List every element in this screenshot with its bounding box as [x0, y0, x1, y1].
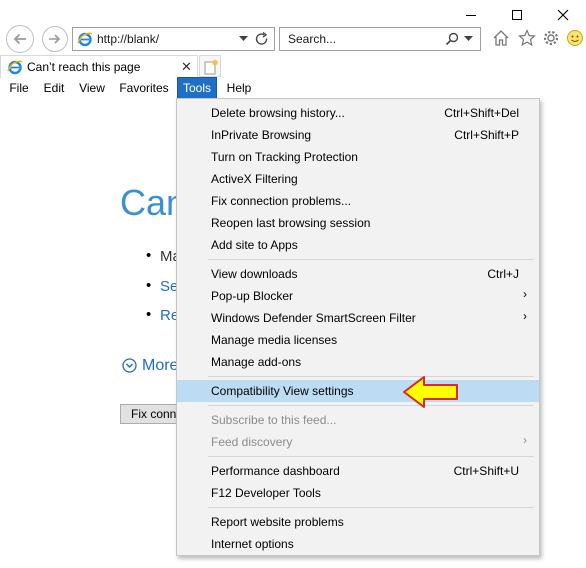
forward-arrow-icon: [49, 34, 61, 44]
bullet-dot: •: [146, 277, 152, 294]
tab-title: Can’t reach this page: [27, 60, 141, 74]
menu-item-internet-options[interactable]: Internet options: [177, 533, 539, 555]
address-input[interactable]: http://blank/: [97, 32, 159, 46]
new-tab-icon: [204, 59, 218, 75]
smiley-feedback-icon[interactable]: [566, 29, 584, 47]
browser-tab[interactable]: Can’t reach this page ✕: [0, 55, 198, 78]
menu-separator: [208, 507, 534, 508]
menu-item-reopen-session[interactable]: Reopen last browsing session: [177, 212, 539, 234]
menu-item-compatibility-view[interactable]: Compatibility View settings: [177, 380, 539, 402]
search-input[interactable]: Search...: [288, 32, 336, 46]
dropdown-arrow-icon[interactable]: [239, 36, 248, 42]
expand-chevron-icon[interactable]: [122, 358, 137, 373]
maximize-icon: [512, 10, 522, 20]
menu-item-view-downloads[interactable]: View downloads Ctrl+J: [177, 263, 539, 285]
back-arrow-icon: [13, 33, 26, 45]
search-icon[interactable]: [445, 32, 459, 46]
menu-item-tracking-protection[interactable]: Turn on Tracking Protection: [177, 146, 539, 168]
maximize-button[interactable]: [494, 0, 540, 30]
menu-file[interactable]: File: [4, 78, 34, 99]
favorites-star-icon[interactable]: [518, 29, 536, 47]
menu-item-performance-dashboard[interactable]: Performance dashboard Ctrl+Shift+U: [177, 460, 539, 482]
menu-separator: [208, 259, 534, 260]
menu-item-f12-devtools[interactable]: F12 Developer Tools: [177, 482, 539, 504]
menu-item-smartscreen[interactable]: Windows Defender SmartScreen Filter ›: [177, 307, 539, 329]
menu-item-popup-blocker[interactable]: Pop-up Blocker ›: [177, 285, 539, 307]
menu-item-activex-filtering[interactable]: ActiveX Filtering: [177, 168, 539, 190]
menu-item-subscribe-feed: Subscribe to this feed...: [211, 413, 337, 427]
home-icon[interactable]: [492, 29, 510, 47]
bullet-dot: •: [146, 306, 152, 323]
menu-favorites[interactable]: Favorites: [114, 78, 174, 99]
minimize-button[interactable]: [448, 0, 494, 30]
address-bar[interactable]: http://blank/: [72, 27, 275, 51]
menu-view[interactable]: View: [74, 78, 110, 99]
minimize-icon: [466, 15, 476, 16]
search-dropdown-icon[interactable]: [464, 36, 473, 42]
more-info-link[interactable]: More: [142, 357, 178, 375]
close-icon: [557, 9, 569, 21]
menu-item-feed-discovery: Feed discovery ›: [211, 433, 527, 449]
tab-close-icon[interactable]: ✕: [181, 59, 192, 75]
settings-gear-icon[interactable]: [542, 29, 560, 47]
menu-item-manage-addons[interactable]: Manage add-ons: [177, 351, 539, 373]
yellow-pointer-arrow-icon: [403, 376, 458, 408]
ie-logo-icon: [77, 32, 93, 47]
menu-tools[interactable]: Tools: [177, 77, 217, 100]
menu-item-delete-history[interactable]: Delete browsing history... Ctrl+Shift+Del: [177, 102, 539, 124]
menu-item-inprivate[interactable]: InPrivate Browsing Ctrl+Shift+P: [177, 124, 539, 146]
tools-dropdown-menu: Delete browsing history... Ctrl+Shift+Del…: [176, 98, 540, 556]
close-window-button[interactable]: [540, 0, 586, 30]
menu-separator: [208, 405, 534, 406]
refresh-icon[interactable]: [255, 32, 269, 46]
search-box[interactable]: Search...: [279, 27, 481, 51]
menu-help[interactable]: Help: [222, 78, 256, 99]
bullet-dot: •: [146, 247, 152, 264]
submenu-arrow-icon: ›: [523, 287, 527, 301]
menu-edit[interactable]: Edit: [38, 78, 70, 99]
menu-item-fix-connection[interactable]: Fix connection problems...: [177, 190, 539, 212]
menu-item-media-licenses[interactable]: Manage media licenses: [177, 329, 539, 351]
back-button[interactable]: [6, 25, 34, 53]
new-tab-button[interactable]: [199, 55, 221, 77]
submenu-arrow-icon: ›: [523, 309, 527, 323]
menu-separator: [208, 376, 534, 377]
forward-button[interactable]: [42, 26, 68, 52]
submenu-arrow-icon: ›: [523, 433, 527, 447]
menu-item-report-problems[interactable]: Report website problems: [177, 511, 539, 533]
menu-item-add-site-apps[interactable]: Add site to Apps: [177, 234, 539, 256]
ie-tab-icon: [7, 60, 23, 75]
menu-separator: [208, 456, 534, 457]
